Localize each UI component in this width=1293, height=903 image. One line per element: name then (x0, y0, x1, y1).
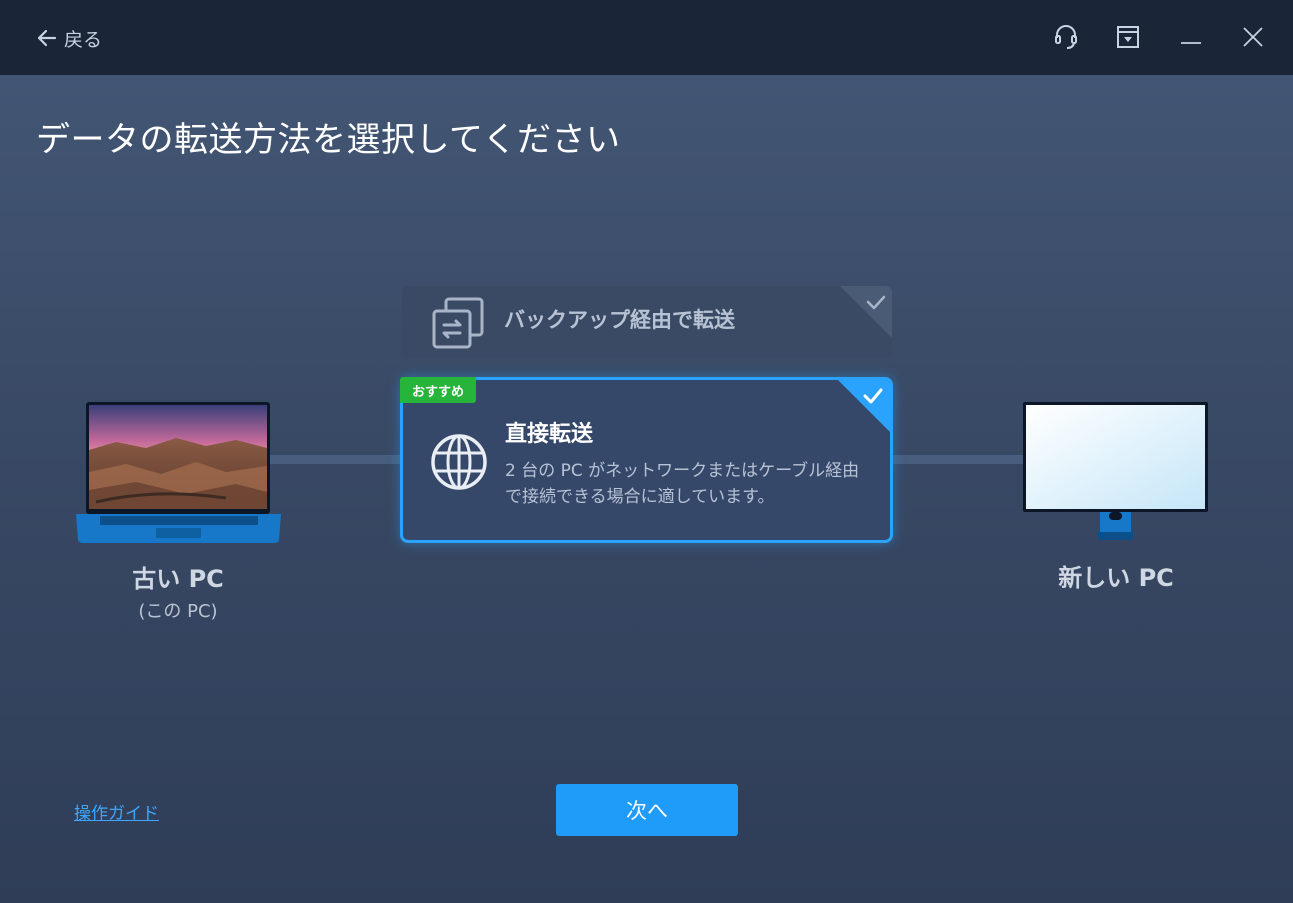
backup-selection-corner (840, 286, 892, 338)
back-label: 戻る (64, 28, 103, 51)
recommended-badge: おすすめ (400, 377, 477, 403)
close-icon (1243, 27, 1263, 47)
old-pc-label: 古い PC (132, 565, 224, 593)
close-button[interactable] (1238, 22, 1268, 52)
direct-option-description: 2 台の PC がネットワークまたはケーブル経由で接続できる場合に適しています。 (505, 461, 860, 507)
new-pc-monitor-image (1023, 402, 1208, 544)
globe-icon (430, 433, 488, 495)
headset-icon (1055, 25, 1077, 49)
direct-selection-corner (838, 380, 890, 432)
backup-transfer-icon (430, 295, 486, 355)
direct-option-title: 直接転送 (505, 422, 594, 447)
support-button[interactable] (1051, 22, 1081, 52)
backup-option-title: バックアップ経由で転送 (504, 308, 735, 332)
arrow-left-icon (37, 29, 57, 47)
old-pc-laptop-image (76, 402, 281, 545)
minimize-icon (1181, 42, 1201, 44)
back-button[interactable]: 戻る (36, 24, 102, 52)
page-title: データの転送方法を選択してください (36, 120, 621, 160)
connector-line-left (270, 455, 402, 464)
minimize-button[interactable] (1176, 22, 1206, 52)
dropdown-box-icon (1117, 26, 1139, 48)
old-pc-sublabel: (この PC) (138, 601, 218, 622)
new-pc-label: 新しい PC (1058, 564, 1174, 592)
title-bar: 戻る (0, 0, 1293, 75)
option-backup-transfer[interactable]: バックアップ経由で転送 (402, 286, 892, 359)
next-button[interactable]: 次へ (556, 784, 738, 836)
connector-line-right (893, 455, 1025, 464)
menu-dropdown-button[interactable] (1113, 22, 1143, 52)
operation-guide-link[interactable]: 操作ガイド (74, 799, 159, 824)
